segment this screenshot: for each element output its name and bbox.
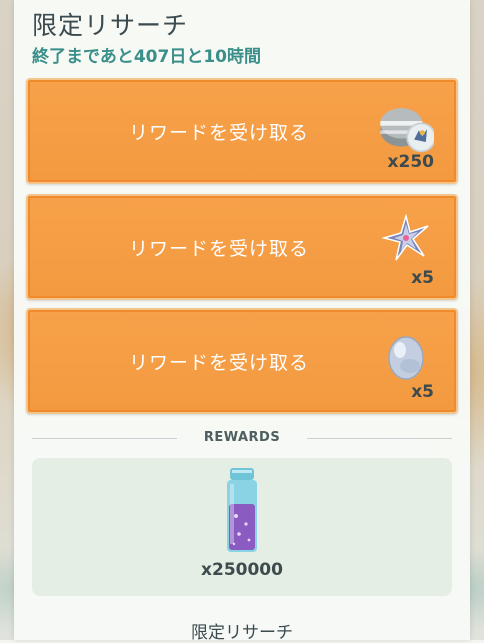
claim-reward-button-2[interactable]: リワードを受け取る x5	[26, 194, 458, 300]
reward-quantity: x250	[387, 152, 434, 172]
rewards-heading-text: REWARDS	[203, 430, 281, 445]
divider-line	[307, 438, 452, 439]
sinnoh-stone-icon	[382, 214, 429, 261]
countdown-text: 終了まであと407日と10時間	[32, 47, 261, 67]
reward-quantity: x5	[411, 268, 434, 288]
rare-candy-egg-icon	[388, 336, 424, 380]
rewards-heading: REWARDS	[32, 430, 452, 445]
claim-reward-label: リワードを受け取る	[128, 121, 309, 144]
stardust-icon	[380, 108, 434, 153]
reward-amount: x250000	[201, 560, 283, 580]
claim-reward-label: リワードを受け取る	[128, 351, 309, 374]
claim-reward-button-3[interactable]: リワードを受け取る x5	[26, 308, 458, 414]
footer-label: 限定リサーチ	[191, 623, 293, 643]
claim-reward-button-1[interactable]: リワードを受け取る x250	[26, 78, 458, 184]
reward-quantity: x5	[411, 382, 434, 402]
claim-reward-label: リワードを受け取る	[128, 237, 309, 260]
divider-line	[32, 438, 177, 439]
potion-icon	[227, 468, 257, 552]
page-title: 限定リサーチ	[32, 11, 189, 40]
rewards-panel: x250000	[32, 458, 452, 596]
